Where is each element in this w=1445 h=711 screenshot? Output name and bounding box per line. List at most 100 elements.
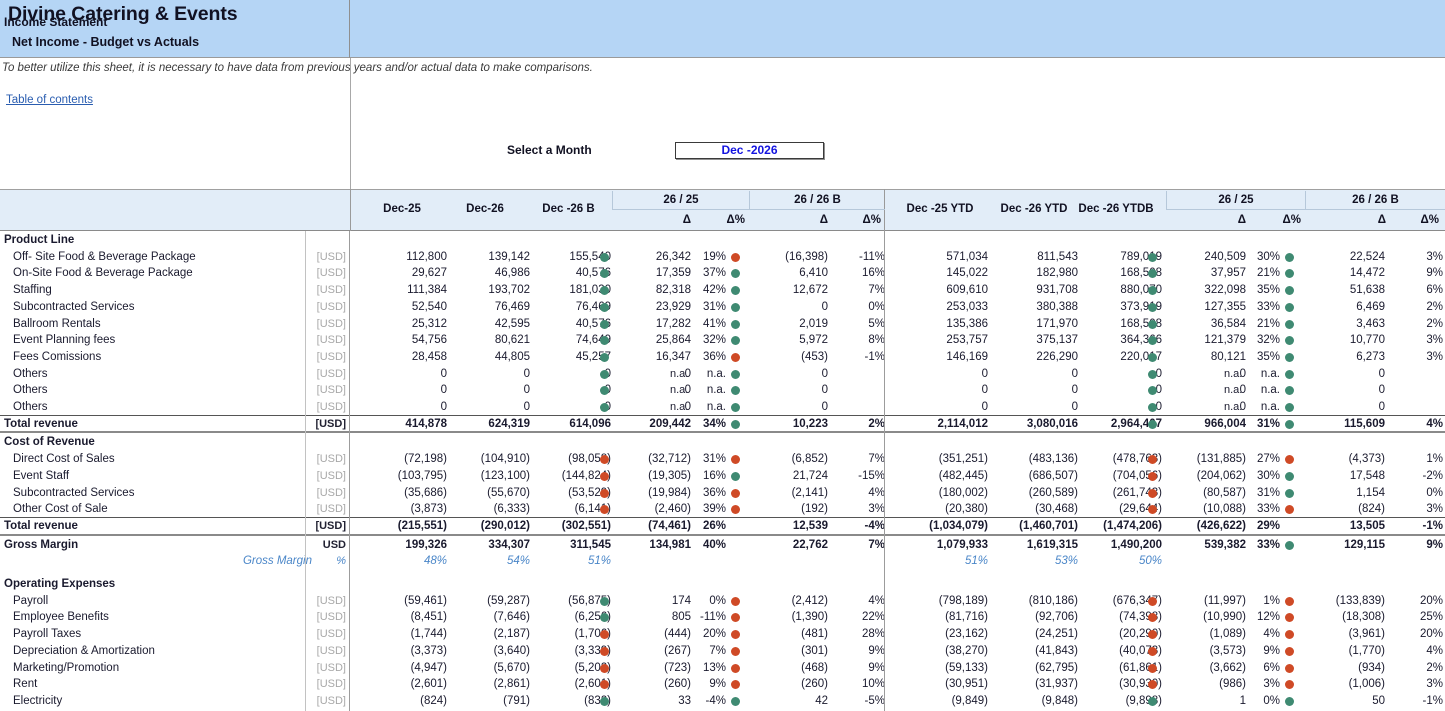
cell-value: 0 (1300, 366, 1385, 383)
status-dot-variance-ytd (1285, 680, 1294, 689)
status-dot-variance-ytd (1285, 613, 1294, 622)
cell-value: (72,198) (357, 451, 447, 468)
cell-value: 35% (1230, 282, 1280, 299)
cell-value: 30% (1230, 249, 1280, 266)
cell-value: 2,114,012 (890, 416, 988, 433)
status-dot-variance-ytd (1285, 286, 1294, 295)
cell-value: -4% (828, 518, 885, 535)
cell-value: (104,910) (440, 451, 530, 468)
status-dot-actual-ytd (1148, 597, 1157, 606)
cell-value: 22,524 (1300, 249, 1385, 266)
status-dot-variance (731, 455, 740, 464)
cell-value: (478,763) (1058, 451, 1162, 468)
cell-value: 0 (890, 366, 988, 383)
header-dec26-ytdb: Dec -26 YTDB (1062, 203, 1170, 215)
row-unit: [USD] (310, 349, 346, 366)
status-dot-variance (731, 420, 740, 429)
header-group-26-25-ytd: 26 / 25 (1166, 191, 1305, 210)
cell-value: 168,508 (1058, 316, 1162, 333)
cell-value: 42% (676, 282, 726, 299)
cell-value: (1,474,206) (1058, 518, 1162, 535)
row-label: Ballroom Rentals (13, 316, 101, 333)
cell-value: -1% (1387, 693, 1443, 710)
table-of-contents-link[interactable]: Table of contents (6, 94, 93, 106)
header-pct-y2: Δ% (1390, 211, 1443, 229)
cell-value: 37% (676, 265, 726, 282)
row-label: Rent (13, 676, 37, 693)
table-row: Payroll Taxes[USD](1,744)(2,187)(1,706)(… (0, 626, 1445, 643)
header-delta-m2: Δ (749, 211, 832, 229)
cell-value: (2,861) (440, 676, 530, 693)
row-label: Employee Benefits (13, 609, 109, 626)
status-dot-variance (731, 403, 740, 412)
cell-value: 193,702 (440, 282, 530, 299)
cell-value: 9% (676, 676, 726, 693)
cell-value: (180,002) (890, 485, 988, 502)
cell-value: 0 (357, 382, 447, 399)
section-total-row: Total revenue[USD](215,551)(290,012)(302… (0, 518, 1445, 535)
cell-value: (30,951) (890, 676, 988, 693)
cell-value: 54,756 (357, 332, 447, 349)
status-dot-variance-ytd (1285, 697, 1294, 706)
status-dot-actual-ytd (1148, 664, 1157, 673)
select-month-label: Select a Month (507, 143, 592, 157)
cell-value: (38,270) (890, 643, 988, 660)
cell-value: 20% (1387, 626, 1443, 643)
cell-value: 40% (676, 537, 726, 554)
cell-value: 76,469 (440, 299, 530, 316)
income-statement-title: Income Statement (4, 15, 107, 29)
cell-value: (59,133) (890, 660, 988, 677)
cell-value: (3,373) (357, 643, 447, 660)
status-dot-variance (731, 664, 740, 673)
cell-value: 0 (745, 299, 828, 316)
cell-value: (103,795) (357, 468, 447, 485)
cell-value: 10,770 (1300, 332, 1385, 349)
cell-value: 50 (1300, 693, 1385, 710)
row-label: Event Staff (13, 468, 69, 485)
status-dot-actual (600, 664, 609, 673)
row-label: Direct Cost of Sales (13, 451, 115, 468)
cell-value: 12% (1230, 609, 1280, 626)
cell-value: (9,849) (890, 693, 988, 710)
cell-value: 139,142 (440, 249, 530, 266)
opex-header-row: Operating Expenses (0, 576, 1445, 593)
cell-value: 9% (1387, 265, 1443, 282)
cell-value: 135,386 (890, 316, 988, 333)
table-row: Subcontracted Services[USD](35,686)(55,6… (0, 485, 1445, 502)
cell-value: 0 (1058, 382, 1162, 399)
cell-value: -1% (828, 349, 885, 366)
status-dot-actual-ytd (1148, 303, 1157, 312)
row-unit: [USD] (310, 501, 346, 518)
cell-value: 6,273 (1300, 349, 1385, 366)
status-dot-actual (600, 370, 609, 379)
cell-value: 3% (828, 501, 885, 518)
table-row: Other Cost of Sale[USD](3,873)(6,333)(6,… (0, 501, 1445, 518)
header-dec26: Dec-26 (440, 203, 530, 215)
cell-value: 13% (676, 660, 726, 677)
cell-value: 10% (828, 676, 885, 693)
cell-value: 364,366 (1058, 332, 1162, 349)
row-unit: [USD] (310, 609, 346, 626)
cell-value: (302,551) (519, 518, 611, 535)
month-selector[interactable]: Dec -2026 (675, 142, 824, 159)
cell-value: 1,079,933 (890, 537, 988, 554)
cell-value: (59,461) (357, 593, 447, 610)
cell-value: 789,019 (1058, 249, 1162, 266)
cell-value: 4% (828, 593, 885, 610)
cell-value: 40,576 (519, 265, 611, 282)
cell-value: 42 (745, 693, 828, 710)
cell-value: 168,508 (1058, 265, 1162, 282)
status-dot-variance-ytd (1285, 403, 1294, 412)
cell-value: 20% (1387, 593, 1443, 610)
cell-value: 28% (828, 626, 885, 643)
table-row: Ballroom Rentals[USD]25,31242,59540,5761… (0, 316, 1445, 333)
column-divider (884, 231, 885, 711)
status-dot-variance (731, 253, 740, 262)
cell-value: (261,743) (1058, 485, 1162, 502)
gross-margin-label: Gross Margin (4, 537, 78, 554)
status-dot-actual (600, 403, 609, 412)
row-label: Subcontracted Services (13, 299, 134, 316)
cell-value: (2,187) (440, 626, 530, 643)
row-label: Others (13, 399, 48, 416)
status-dot-variance-ytd (1285, 664, 1294, 673)
